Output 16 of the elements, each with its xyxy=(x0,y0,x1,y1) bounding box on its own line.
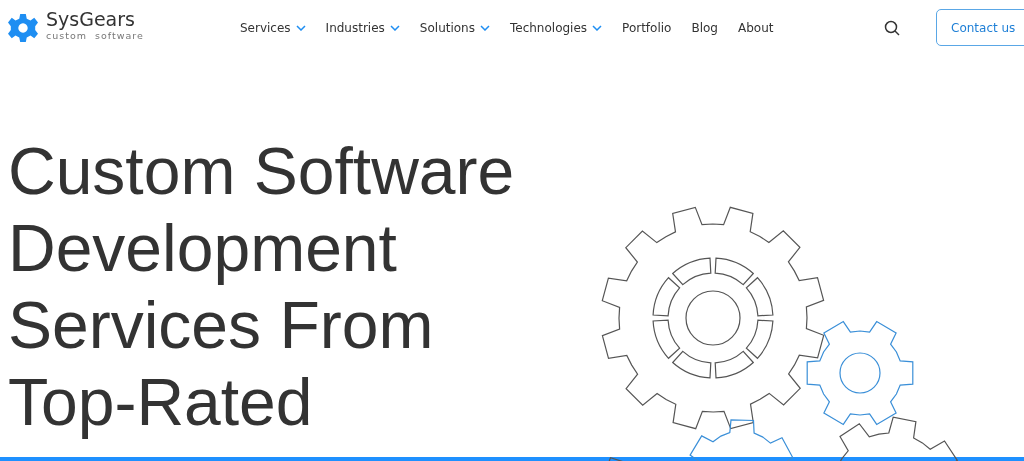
search-icon[interactable] xyxy=(884,19,900,36)
hero-heading-line: Top-Rated xyxy=(8,364,313,441)
nav-link[interactable]: Solutions xyxy=(419,20,490,35)
gear-logo-icon[interactable] xyxy=(8,12,38,43)
nav-link[interactable]: Portfolio xyxy=(622,20,672,35)
hero-heading-line: Services From xyxy=(8,287,434,364)
logo-tagline: custom software xyxy=(46,30,144,41)
nav-link[interactable]: Industries xyxy=(325,20,400,35)
nav-link[interactable]: Blog xyxy=(691,20,718,35)
hero-heading-line: Development xyxy=(8,210,397,287)
nav-link[interactable]: About xyxy=(738,20,774,35)
contact-button[interactable]: Contact us xyxy=(936,9,1024,46)
nav-link[interactable]: Services xyxy=(240,20,306,35)
logo-name[interactable]: SysGears xyxy=(46,8,144,30)
hero-heading-line: Custom Software xyxy=(8,133,515,210)
nav-link[interactable]: Technologies xyxy=(510,20,603,35)
